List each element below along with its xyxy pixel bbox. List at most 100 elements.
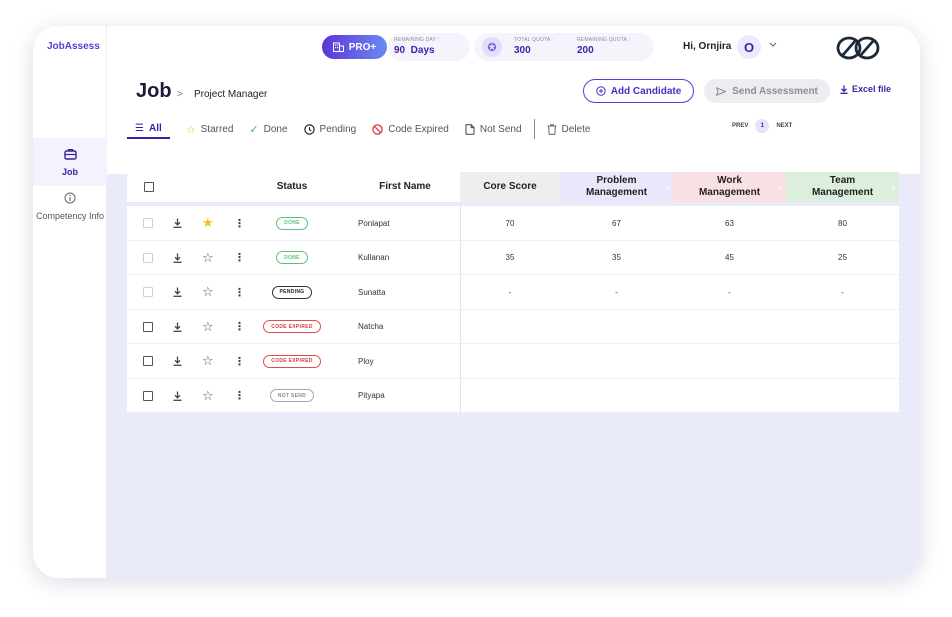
work-management-cell: - [728, 287, 731, 297]
next-button[interactable]: NEXT [776, 123, 792, 129]
select-all-checkbox[interactable] [144, 182, 154, 192]
core-score-cell [460, 310, 560, 344]
more-vertical-icon[interactable]: ⋮ [234, 310, 245, 344]
plus-circle-icon [596, 86, 606, 96]
app-logo[interactable]: JobAssess [47, 41, 100, 52]
send-assessment-button[interactable]: Send Assessment [704, 79, 830, 103]
team-management-cell [786, 310, 899, 344]
work-management-cell: 45 [725, 253, 734, 262]
row-checkbox[interactable] [143, 287, 153, 297]
star-outline-icon[interactable]: ☆ [202, 310, 214, 344]
star-outline-icon[interactable]: ☆ [202, 275, 214, 309]
delete-button[interactable]: Delete [547, 119, 591, 139]
check-icon: ✓ [249, 123, 259, 136]
total-quota: TOTAL QUOTA : 300 [514, 37, 553, 56]
more-vertical-icon[interactable]: ⋮ [234, 241, 245, 275]
page-number[interactable]: 1 [755, 119, 770, 133]
download-icon[interactable] [173, 379, 182, 413]
status-badge: CODE EXPIRED [263, 354, 321, 368]
row-checkbox[interactable] [143, 252, 153, 263]
row-checkbox[interactable] [143, 321, 153, 332]
sidebar-item-label: Job [61, 167, 78, 177]
table-row[interactable]: ☆ ⋮ CODE EXPIRED Natcha [127, 309, 899, 344]
block-icon [372, 123, 383, 135]
remaining-quota: REMAINING QUOTA : 200 [577, 37, 630, 56]
more-vertical-icon[interactable]: ⋮ [234, 344, 245, 378]
table-row[interactable]: ☆ ⋮ NOT SEND Pityapa [127, 378, 899, 413]
problem-management-cell [560, 344, 673, 378]
star-outline-icon[interactable]: ☆ [202, 379, 214, 413]
plan-badge[interactable]: PRO+ [322, 35, 387, 59]
chevron-right-icon: › [666, 182, 669, 192]
app-window: JobAssess Job Competency Info PRO+ REMAI… [33, 26, 920, 578]
download-icon[interactable] [173, 206, 182, 240]
sidebar-item-job[interactable]: Job [33, 138, 107, 186]
team-management-cell: 80 [838, 218, 847, 228]
tab-done-label: Done [263, 123, 288, 135]
first-name-cell: Kullanan [358, 253, 390, 262]
star-outline-icon[interactable]: ☆ [202, 344, 214, 378]
pagination: PREV 1 NEXT [732, 119, 792, 133]
plan-label: PRO+ [348, 41, 377, 53]
star-outline-icon[interactable]: ☆ [202, 241, 214, 275]
table-row[interactable]: ☆ ⋮ PENDING Sunatta - - - - [127, 275, 899, 310]
tab-code-expired[interactable]: Code Expired [372, 119, 449, 139]
quota-box: ✪ TOTAL QUOTA : 300 REMAINING QUOTA : 20… [474, 33, 654, 61]
table-row[interactable]: ☆ ⋮ DONE Kullanan 35 35 45 25 [127, 240, 899, 275]
first-name-cell: Sunatta [358, 287, 386, 297]
work-management-header[interactable]: Work Management › [673, 172, 786, 202]
sidebar-item-label: Competency Info [35, 211, 105, 221]
tab-not-send[interactable]: Not Send [465, 119, 522, 139]
tab-done[interactable]: ✓ Done [249, 119, 287, 139]
total-quota-caption: TOTAL QUOTA : [514, 37, 554, 43]
download-icon[interactable] [173, 241, 182, 275]
row-checkbox[interactable] [143, 218, 153, 228]
page-title: Job [136, 80, 172, 102]
team-management-cell: - [841, 287, 844, 297]
download-icon[interactable] [173, 275, 182, 309]
download-icon[interactable] [173, 344, 182, 378]
sidebar-item-competency[interactable]: Competency Info [33, 191, 107, 222]
remaining-day-value: 90 Days [394, 45, 435, 56]
core-score-header[interactable]: Core Score [460, 172, 560, 202]
remaining-day-box: REMAINING DAY : 90 Days [388, 33, 470, 61]
avatar[interactable]: O [737, 35, 761, 59]
problem-management-label: Problem Management [585, 175, 648, 198]
first-name-cell: Ploy [358, 356, 374, 366]
team-management-cell [786, 344, 899, 378]
breadcrumb-separator: > [177, 89, 183, 100]
prev-button[interactable]: PREV [732, 123, 748, 129]
row-checkbox[interactable] [143, 356, 153, 366]
excel-download-button[interactable]: Excel file [840, 84, 891, 94]
work-management-cell [673, 310, 786, 344]
download-icon[interactable] [173, 310, 182, 344]
more-vertical-icon[interactable]: ⋮ [234, 206, 245, 240]
status-header[interactable]: Status [257, 172, 327, 202]
core-score-cell [460, 344, 560, 378]
first-name-header[interactable]: First Name [365, 172, 445, 202]
status-badge: NOT SEND [269, 389, 315, 402]
table-row[interactable]: ☆ ⋮ CODE EXPIRED Ploy [127, 344, 899, 379]
more-vertical-icon[interactable]: ⋮ [234, 379, 245, 413]
tab-all-label: All [148, 122, 162, 134]
sidebar: JobAssess Job Competency Info [33, 26, 107, 578]
tab-pending[interactable]: Pending [303, 119, 356, 139]
first-name-cell: Natcha [358, 322, 384, 331]
table-row[interactable]: ★ ⋮ DONE Ponlapat 70 67 63 80 [127, 206, 899, 241]
delete-label: Delete [561, 123, 591, 135]
more-vertical-icon[interactable]: ⋮ [234, 275, 245, 309]
tab-all[interactable]: ☰ All [127, 119, 170, 139]
list-icon: ☰ [135, 122, 144, 134]
tab-starred[interactable]: ☆ Starred [186, 119, 234, 139]
filter-tabs: ☰ All ☆ Starred ✓ Done Pending Code Expi… [127, 119, 606, 139]
star-filled-icon[interactable]: ★ [202, 206, 214, 240]
tab-code-expired-label: Code Expired [388, 123, 449, 135]
core-score-cell [460, 379, 560, 413]
breadcrumb[interactable]: Project Manager [194, 89, 267, 100]
remaining-quota-caption: REMAINING QUOTA : [577, 37, 631, 43]
add-candidate-button[interactable]: Add Candidate [583, 79, 694, 103]
problem-management-header[interactable]: Problem Management › [560, 172, 673, 202]
chevron-down-icon[interactable] [769, 40, 777, 49]
team-management-header[interactable]: Team Management › [786, 172, 899, 202]
row-checkbox[interactable] [143, 390, 153, 401]
